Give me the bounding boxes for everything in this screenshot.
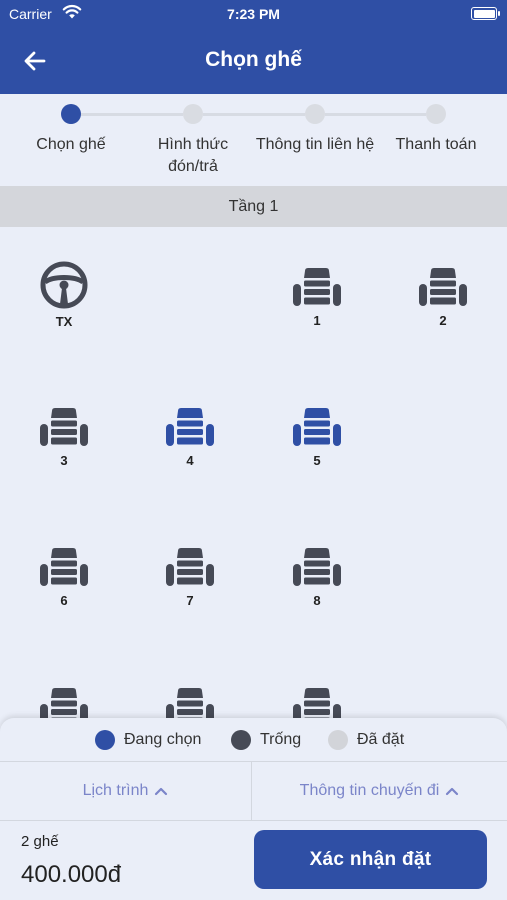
- empty-dot-icon: [231, 730, 251, 750]
- clock: 7:23 PM: [227, 6, 280, 22]
- seat-icon: [293, 548, 341, 586]
- total-price: 400.000đ: [21, 861, 122, 888]
- stepper-connector: [203, 113, 305, 116]
- page-title: Chọn ghế: [205, 48, 302, 71]
- status-bar: Carrier 7:23 PM: [0, 0, 507, 28]
- tab-trip-info[interactable]: Thông tin chuyến đi: [252, 762, 507, 820]
- legend-selected-label: Đang chọn: [124, 731, 202, 748]
- battery-icon: [471, 7, 500, 20]
- step-label-select-seat: Chọn ghế: [36, 136, 106, 153]
- chevron-up-icon: [446, 787, 459, 796]
- step-dot-payment: [426, 104, 446, 124]
- seat-number: 3: [60, 453, 68, 468]
- step-dot-pickup: [183, 104, 203, 124]
- tab-schedule-label: Lịch trình: [82, 782, 149, 799]
- tab-schedule[interactable]: Lịch trình: [0, 762, 251, 820]
- step-label-payment: Thanh toán: [395, 136, 477, 153]
- seat-number: 7: [186, 593, 194, 608]
- seat-9[interactable]: [34, 687, 94, 719]
- seat-5[interactable]: 5: [287, 407, 347, 468]
- info-tabs: Lịch trình Thông tin chuyến đi: [0, 761, 507, 821]
- step-dot-select-seat: [61, 104, 81, 124]
- seat-icon: [40, 548, 88, 586]
- seat-3[interactable]: 3: [34, 407, 94, 468]
- legend-booked: Đã đặt: [328, 728, 404, 752]
- floor-header: Tầng 1: [0, 186, 507, 227]
- steering-wheel-icon: [40, 261, 88, 309]
- seat-6[interactable]: 6: [34, 547, 94, 608]
- chevron-up-icon: [155, 787, 168, 796]
- seat-11[interactable]: [287, 687, 347, 719]
- selected-seat-count: 2 ghế: [21, 833, 59, 850]
- booking-summary: 2 ghế 400.000đ Xác nhận đặt: [0, 821, 507, 900]
- driver-label: TX: [55, 314, 73, 329]
- seat-number: 5: [313, 453, 321, 468]
- seat-icon: [166, 688, 214, 719]
- step-label-pickup: Hình thức đón/trả: [157, 136, 229, 175]
- seat-icon: [293, 268, 341, 306]
- seat-icon: [419, 268, 467, 306]
- app-header: Chọn ghế: [0, 28, 507, 94]
- step-dot-contact: [305, 104, 325, 124]
- legend-booked-label: Đã đặt: [357, 731, 405, 748]
- seat-number: 2: [439, 313, 447, 328]
- seat-icon: [40, 408, 88, 446]
- legend-selected: Đang chọn: [95, 728, 201, 752]
- legend-empty-label: Trống: [260, 731, 302, 748]
- seat-map: TX 1 2 3 4 5 6 7 8: [0, 227, 507, 719]
- seat-number: 6: [60, 593, 68, 608]
- driver-seat: TX: [34, 260, 94, 329]
- seat-icon: [293, 408, 341, 446]
- seat-8[interactable]: 8: [287, 547, 347, 608]
- seat-icon: [293, 688, 341, 719]
- seat-legend: Đang chọn Trống Đã đặt: [0, 718, 507, 761]
- seat-4[interactable]: 4: [160, 407, 220, 468]
- legend-empty: Trống: [231, 728, 301, 752]
- stepper-connector: [81, 113, 183, 116]
- tab-trip-info-label: Thông tin chuyến đi: [299, 782, 440, 799]
- seat-number: 8: [313, 593, 321, 608]
- booking-panel: Đang chọn Trống Đã đặt Lịch trình Thông …: [0, 718, 507, 900]
- booked-dot-icon: [328, 730, 348, 750]
- seat-icon: [166, 408, 214, 446]
- seat-10[interactable]: [160, 687, 220, 719]
- seat-icon: [166, 548, 214, 586]
- seat-7[interactable]: 7: [160, 547, 220, 608]
- seat-icon: [40, 688, 88, 719]
- progress-stepper: Chọn ghế Hình thức đón/trả Thông tin liê…: [0, 94, 507, 186]
- step-label-contact: Thông tin liên hệ: [255, 136, 375, 153]
- seat-number: 1: [313, 313, 321, 328]
- seat-1[interactable]: 1: [287, 267, 347, 328]
- stepper-connector: [325, 113, 426, 116]
- confirm-booking-button[interactable]: Xác nhận đặt: [254, 830, 487, 889]
- seat-number: 4: [186, 453, 194, 468]
- seat-2[interactable]: 2: [413, 267, 473, 328]
- selected-dot-icon: [95, 730, 115, 750]
